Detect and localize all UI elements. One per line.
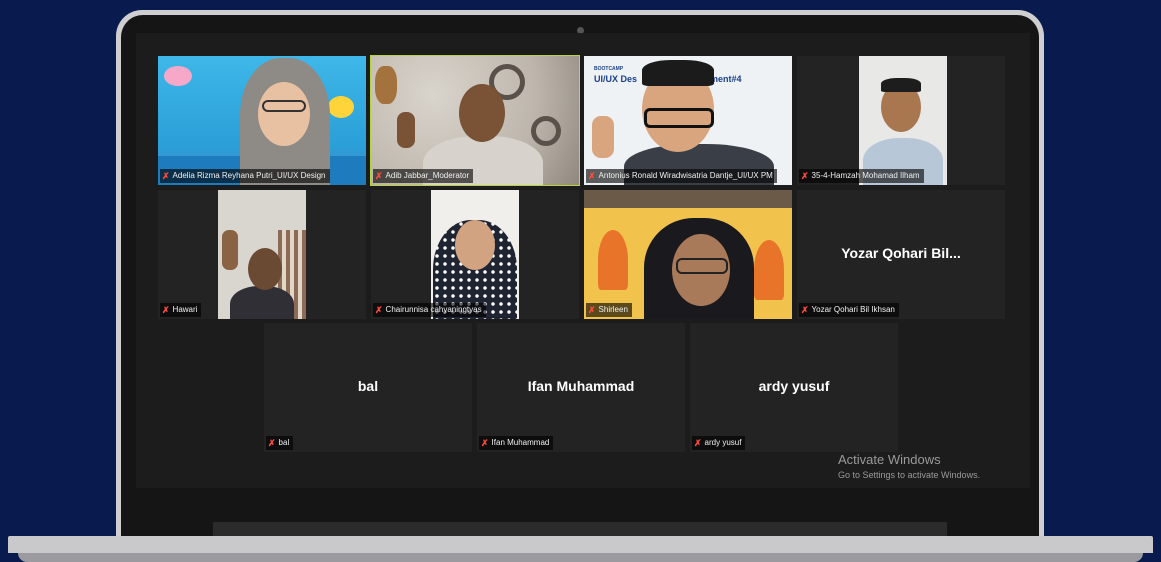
participant-display-name: bal [357,378,379,394]
laptop-base [8,536,1153,553]
muted-mic-icon: ✗ [481,438,489,448]
participant-video [859,56,947,185]
slide-tag-text: BOOTCAMP [594,66,624,72]
muted-mic-icon: ✗ [162,171,170,181]
participant-tile[interactable]: ✗ Shirleen [584,190,792,319]
participant-nameplate: ✗ Chairunnisa cahyaningtyas [373,303,486,317]
face [258,82,310,146]
muted-mic-icon: ✗ [694,438,702,448]
participant-nameplate: ✗ Adib Jabbar_Moderator [373,169,474,183]
shirt [230,286,294,319]
participant-nameplate: ✗ Hawari [160,303,202,317]
participant-nameplate: ✗ Shirleen [586,303,632,317]
hair [642,60,714,86]
watermark-subtitle: Go to Settings to activate Windows. [838,470,981,480]
participant-tile[interactable]: bal ✗ bal [264,323,472,452]
glasses-icon [676,258,728,274]
participant-nameplate: ✗ ardy yusuf [692,436,746,450]
peace-sign-hand [222,230,238,270]
muted-mic-icon: ✗ [375,171,383,181]
participant-video [158,56,366,185]
participant-name: bal [278,438,290,447]
participant-name: Ifan Muhammad [491,438,550,447]
activate-windows-watermark: Activate Windows Go to Settings to activ… [838,452,980,480]
muted-mic-icon: ✗ [375,305,383,315]
hair [881,78,921,92]
guitar [375,66,397,104]
glasses-icon [262,100,306,112]
participant-tile[interactable]: BOOTCAMP UI/UX Des ment#4 ✗ Antonius Rona… [584,56,792,185]
participant-video: BOOTCAMP UI/UX Des ment#4 [584,56,792,185]
participant-tile[interactable]: ✗ Chairunnisa cahyaningtyas [371,190,579,319]
flame-illustration [754,240,784,300]
participant-name: ardy yusuf [704,438,742,447]
wallpaper-circle [531,116,561,146]
participant-display-name: ardy yusuf [758,378,830,394]
muted-mic-icon: ✗ [162,305,170,315]
participant-name: Antonius Ronald Wiradwisatria Dantje_UI/… [598,171,773,180]
participant-video [431,190,519,319]
participant-name: 35-4-Hamzah Mohamad Ilham [811,171,920,180]
face [455,220,495,270]
peace-sign-hand [592,116,614,158]
participant-video [584,190,792,319]
participant-name: Shirleen [598,305,628,314]
participant-nameplate: ✗ bal [266,436,294,450]
participant-tile[interactable]: ardy yusuf ✗ ardy yusuf [690,323,898,452]
shark-sticker-icon [328,96,354,118]
muted-mic-icon: ✗ [588,171,596,181]
participant-tile[interactable]: Yozar Qohari Bil... ✗ Yozar Qohari Bil Ik… [797,190,1005,319]
face [459,84,505,142]
slide-title-text: UI/UX Des [594,74,638,84]
face [248,248,282,290]
slide-title-suffix: ment#4 [710,74,742,84]
participant-nameplate: ✗ Antonius Ronald Wiradwisatria Dantje_UI… [586,169,777,183]
participant-tile[interactable]: ✗ Adelia Rizma Reyhana Putri_UI/UX Design [158,56,366,185]
participant-name: Adelia Rizma Reyhana Putri_UI/UX Design [172,171,326,180]
participant-tile[interactable]: ✗ 35-4-Hamzah Mohamad Ilham [797,56,1005,185]
participant-nameplate: ✗ 35-4-Hamzah Mohamad Ilham [799,169,924,183]
muted-mic-icon: ✗ [588,305,596,315]
glasses-icon [644,108,714,128]
participant-nameplate: ✗ Yozar Qohari Bil Ikhsan [799,303,899,317]
participant-video [371,56,579,185]
participant-nameplate: ✗ Ifan Muhammad [479,436,554,450]
muted-mic-icon: ✗ [801,171,809,181]
participant-name: Hawari [172,305,198,314]
shark-sticker-icon [164,66,192,86]
peace-sign-hand [397,112,415,148]
participant-nameplate: ✗ Adelia Rizma Reyhana Putri_UI/UX Design [160,169,330,183]
flame-illustration [598,230,628,290]
participant-tile-active-speaker[interactable]: ✗ Adib Jabbar_Moderator [370,55,580,186]
laptop-base-lip [18,553,1143,562]
watermark-title: Activate Windows [838,452,941,467]
participant-name: Yozar Qohari Bil Ikhsan [811,305,895,314]
participant-display-name: Ifan Muhammad [527,378,635,394]
participant-tile[interactable]: Ifan Muhammad ✗ Ifan Muhammad [477,323,685,452]
participant-tile[interactable]: ✗ Hawari [158,190,366,319]
participant-name: Adib Jabbar_Moderator [385,171,470,180]
participant-display-name: Yozar Qohari Bil... [841,245,961,261]
muted-mic-icon: ✗ [268,438,276,448]
muted-mic-icon: ✗ [801,305,809,315]
participant-name: Chairunnisa cahyaningtyas [385,305,482,314]
participant-video [218,190,306,319]
